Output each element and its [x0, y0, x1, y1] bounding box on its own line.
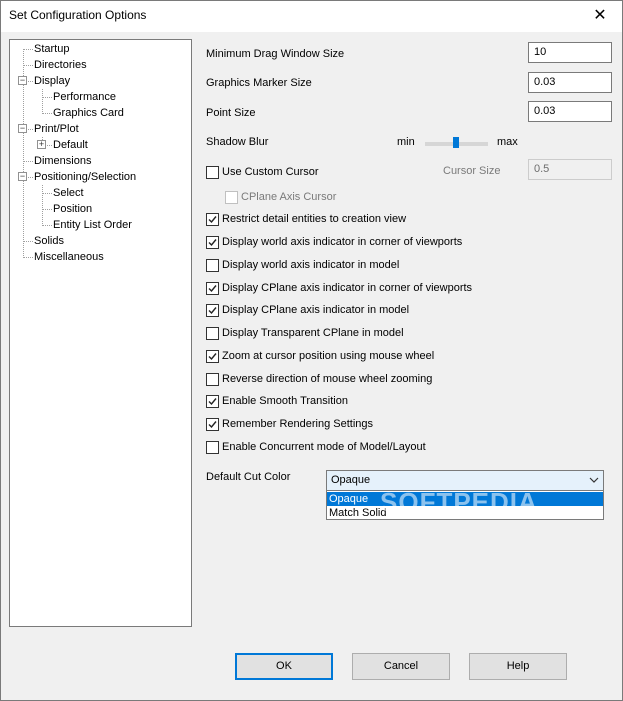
tree-item-graphics-card[interactable]: Graphics Card — [53, 106, 124, 121]
reverse-direction-of-mouse-wheel-zooming-checkbox[interactable] — [206, 373, 219, 386]
chevron-down-icon[interactable] — [589, 475, 599, 488]
tree-item-directories[interactable]: Directories — [34, 58, 87, 73]
tree-connector — [42, 225, 52, 226]
cursor-size-input[interactable]: 0.5 — [528, 159, 612, 180]
display-cplane-axis-indicator-in-model-label: Display CPlane axis indicator in model — [222, 304, 410, 316]
point-size-label: Point Size — [206, 107, 256, 119]
watermark-logo: SOFTPEDIA — [380, 487, 538, 517]
tree-connector — [42, 209, 52, 210]
display-cplane-axis-indicator-in-corner-of-viewports-checkbox[interactable] — [206, 282, 219, 295]
display-cplane-axis-indicator-in-model-checkbox[interactable] — [206, 304, 219, 317]
restrict-detail-entities-to-creation-view-label: Restrict detail entities to creation vie… — [222, 213, 407, 225]
remember-rendering-settings-label: Remember Rendering Settings — [222, 418, 374, 430]
category-tree[interactable]: Startup Directories − Display Performanc… — [9, 39, 192, 627]
shadow-blur-slider-thumb[interactable] — [453, 137, 459, 148]
tree-connector — [23, 49, 33, 50]
point-size-input[interactable]: 0.03 — [528, 101, 612, 122]
display-world-axis-indicator-in-corner-of-viewports-label: Display world axis indicator in corner o… — [222, 236, 463, 248]
tree-connector — [23, 241, 33, 242]
shadow-blur-max-label: max — [497, 136, 518, 148]
cplane-axis-cursor-label: CPlane Axis Cursor — [241, 191, 337, 203]
cursor-size-label: Cursor Size — [443, 165, 501, 177]
use-custom-cursor-label: Use Custom Cursor — [222, 166, 319, 178]
default-cut-color-value: Opaque — [331, 474, 371, 486]
tree-item-entity-list-order[interactable]: Entity List Order — [53, 218, 132, 233]
tree-display-line — [42, 89, 43, 114]
display-cplane-axis-indicator-in-corner-of-viewports-label: Display CPlane axis indicator in corner … — [222, 282, 473, 294]
title-bar: Set Configuration Options ✕ — [0, 0, 623, 33]
tree-connector — [23, 257, 33, 258]
cancel-button[interactable]: Cancel — [352, 653, 450, 680]
cplane-axis-cursor-checkbox[interactable] — [225, 191, 238, 204]
enable-concurrent-mode-of-model-layout-label: Enable Concurrent mode of Model/Layout — [222, 441, 426, 453]
graphics-marker-size-label: Graphics Marker Size — [206, 77, 312, 89]
tree-item-position[interactable]: Position — [53, 202, 92, 217]
tree-positioning-line — [42, 185, 43, 226]
display-world-axis-indicator-in-model-label: Display world axis indicator in model — [222, 259, 400, 271]
tree-item-dimensions[interactable]: Dimensions — [34, 154, 91, 169]
zoom-at-cursor-position-using-mouse-wheel-checkbox[interactable] — [206, 350, 219, 363]
collapse-icon[interactable]: − — [18, 76, 27, 85]
tree-item-performance[interactable]: Performance — [53, 90, 116, 105]
display-transparent-cplane-in-model-label: Display Transparent CPlane in model — [222, 327, 404, 339]
close-icon[interactable]: ✕ — [577, 0, 623, 31]
tree-item-solids[interactable]: Solids — [34, 234, 64, 249]
tree-item-display[interactable]: Display — [34, 74, 70, 89]
expand-icon[interactable]: + — [37, 140, 46, 149]
tree-item-startup[interactable]: Startup — [34, 42, 69, 57]
min-drag-window-size-input[interactable]: 10 — [528, 42, 612, 63]
tree-item-miscellaneous[interactable]: Miscellaneous — [34, 250, 104, 265]
collapse-icon[interactable]: − — [18, 172, 27, 181]
enable-smooth-transition-checkbox[interactable] — [206, 395, 219, 408]
tree-connector — [23, 161, 33, 162]
use-custom-cursor-checkbox[interactable] — [206, 166, 219, 179]
display-world-axis-indicator-in-corner-of-viewports-checkbox[interactable] — [206, 236, 219, 249]
collapse-icon[interactable]: − — [18, 124, 27, 133]
shadow-blur-min-label: min — [397, 136, 415, 148]
enable-concurrent-mode-of-model-layout-checkbox[interactable] — [206, 441, 219, 454]
default-cut-color-label: Default Cut Color — [206, 471, 291, 483]
min-drag-window-size-label: Minimum Drag Window Size — [206, 48, 345, 60]
tree-item-print-plot[interactable]: Print/Plot — [34, 122, 79, 137]
help-button[interactable]: Help — [469, 653, 567, 680]
tree-connector — [42, 113, 52, 114]
graphics-marker-size-input[interactable]: 0.03 — [528, 72, 612, 93]
display-world-axis-indicator-in-model-checkbox[interactable] — [206, 259, 219, 272]
display-transparent-cplane-in-model-checkbox[interactable] — [206, 327, 219, 340]
reverse-direction-of-mouse-wheel-zooming-label: Reverse direction of mouse wheel zooming — [222, 373, 433, 385]
enable-smooth-transition-label: Enable Smooth Transition — [222, 395, 348, 407]
zoom-at-cursor-position-using-mouse-wheel-label: Zoom at cursor position using mouse whee… — [222, 350, 435, 362]
remember-rendering-settings-checkbox[interactable] — [206, 418, 219, 431]
tree-connector — [42, 193, 52, 194]
tree-connector — [23, 65, 33, 66]
tree-item-default[interactable]: Default — [53, 138, 88, 153]
restrict-detail-entities-to-creation-view-checkbox[interactable] — [206, 213, 219, 226]
tree-item-select[interactable]: Select — [53, 186, 84, 201]
shadow-blur-label: Shadow Blur — [206, 136, 269, 148]
ok-button[interactable]: OK — [235, 653, 333, 680]
window-title: Set Configuration Options — [9, 8, 147, 22]
tree-item-positioning-selection[interactable]: Positioning/Selection — [34, 170, 136, 185]
tree-connector — [42, 97, 52, 98]
